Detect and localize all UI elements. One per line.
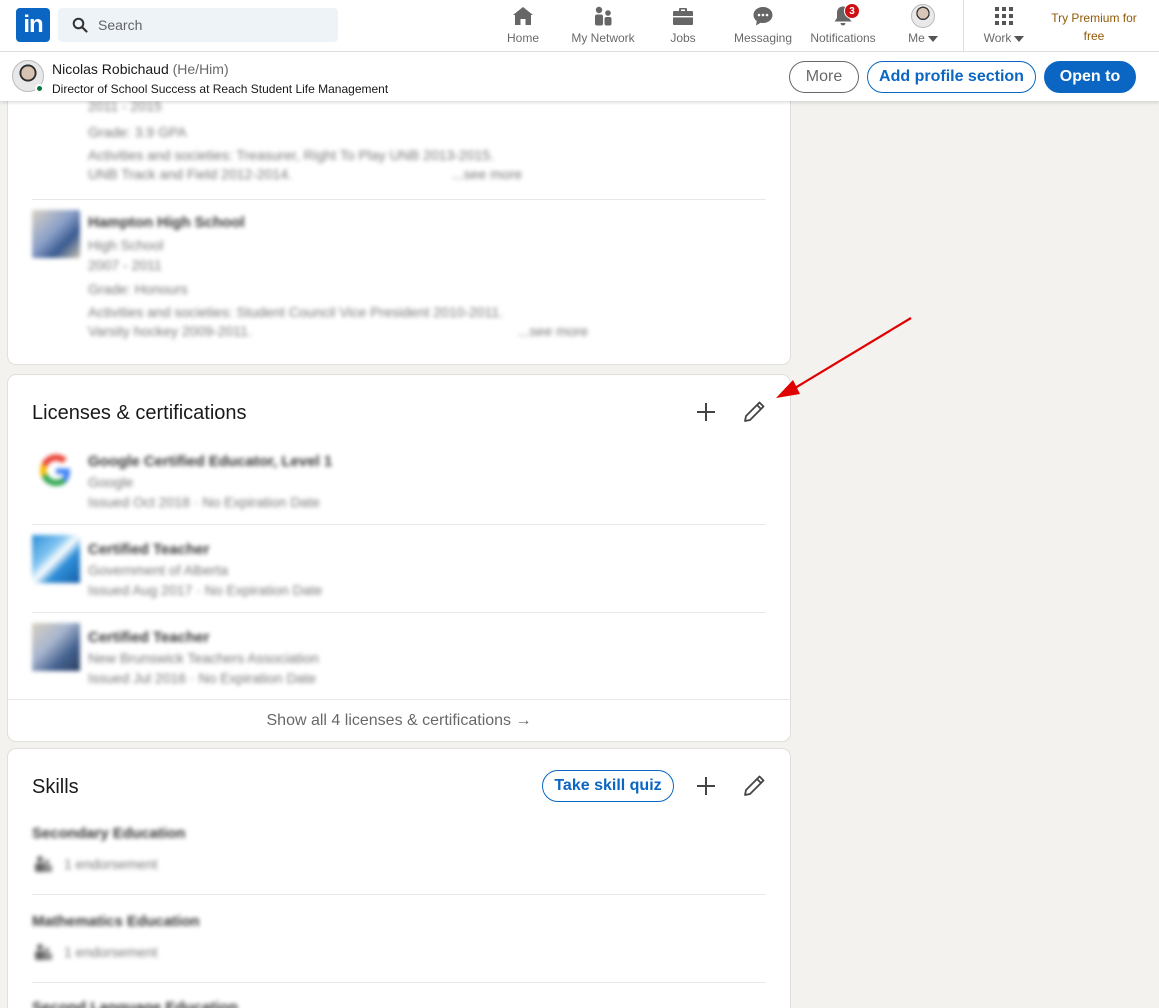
skill-endorsements: 1 endorsement — [64, 944, 158, 960]
search-input[interactable] — [98, 8, 328, 42]
nav-label-me: Me — [908, 31, 925, 45]
school-degree: High School — [88, 237, 164, 253]
profile-headline: Director of School Success at Reach Stud… — [52, 82, 389, 96]
nav-label-work-wrap: Work — [976, 31, 1032, 45]
premium-line-1: Try Premium for — [1051, 11, 1137, 25]
more-button[interactable]: More — [789, 61, 859, 93]
school-name: Hampton High School — [88, 214, 245, 231]
school-activities: Activities and societies: Student Counci… — [88, 304, 504, 320]
license-issued: Issued Aug 2017 · No Expiration Date — [88, 582, 323, 598]
divider — [32, 524, 766, 525]
add-skill-plus-icon[interactable] — [690, 770, 722, 802]
skills-title: Skills — [32, 776, 79, 798]
profile-name: Nicolas Robichaud — [52, 61, 169, 77]
chat-icon — [753, 7, 773, 26]
license-issuer: Google — [88, 474, 134, 490]
network-icon — [595, 6, 612, 26]
license-issued: Issued Oct 2018 · No Expiration Date — [88, 494, 320, 510]
skill-name: Mathematics Education — [32, 913, 200, 930]
me-avatar — [911, 4, 935, 28]
briefcase-icon — [673, 8, 693, 25]
add-profile-section-button[interactable]: Add profile section — [867, 61, 1036, 93]
search-icon — [72, 17, 88, 33]
search-box[interactable] — [58, 8, 338, 42]
nav-item-work[interactable]: Work — [976, 0, 1032, 52]
show-all-licenses-link[interactable]: Show all 4 licenses & certifications → — [8, 699, 790, 741]
licenses-card: Licenses & certifications Google Certifi… — [8, 375, 790, 741]
nav-label-me-wrap: Me — [898, 31, 948, 45]
global-nav: in Home My Network Jobs — [0, 0, 1159, 52]
license-issuer: New Brunswick Teachers Association — [88, 650, 319, 666]
edu-activities-2: UNB Track and Field 2012-2014. — [88, 166, 292, 182]
nav-item-home[interactable]: Home — [496, 0, 550, 52]
license-name: Certified Teacher — [88, 541, 210, 558]
see-more-link[interactable]: ...see more — [452, 166, 522, 182]
chevron-down-icon — [1014, 35, 1025, 42]
take-skill-quiz-button[interactable]: Take skill quiz — [542, 770, 674, 802]
see-more-link[interactable]: ...see more — [518, 323, 588, 339]
issuer-logo — [32, 623, 80, 671]
edu-activities: Activities and societies: Treasurer, Rig… — [88, 147, 494, 163]
grid-icon — [995, 7, 1013, 25]
notification-badge: 3 — [844, 3, 860, 19]
nav-item-my-network[interactable]: My Network — [565, 0, 641, 52]
nav-item-messaging[interactable]: Messaging — [730, 0, 796, 52]
nav-label-notifications: Notifications — [810, 31, 876, 45]
profile-name-line: Nicolas Robichaud (He/Him) — [52, 61, 229, 77]
nav-label-my-network: My Network — [571, 31, 635, 45]
issuer-logo — [32, 535, 80, 583]
add-license-plus-icon[interactable] — [690, 396, 722, 428]
school-grade: Grade: Honours — [88, 281, 188, 297]
nav-item-jobs[interactable]: Jobs — [658, 0, 708, 52]
divider — [32, 612, 766, 613]
divider — [32, 982, 766, 983]
nav-item-me[interactable]: Me — [898, 0, 948, 52]
school-logo — [32, 210, 80, 258]
skill-name: Secondary Education — [32, 825, 186, 842]
school-dates: 2007 - 2011 — [88, 257, 162, 273]
nav-item-notifications[interactable]: 3 Notifications — [806, 0, 880, 52]
people-icon — [35, 944, 52, 960]
school-activities-2: Varsity hockey 2009-2011. — [88, 323, 252, 339]
linkedin-logo[interactable]: in — [16, 8, 50, 42]
edu-grade: Grade: 3.9 GPA — [88, 124, 187, 140]
google-logo-icon — [40, 454, 70, 486]
sticky-profile-bar: Nicolas Robichaud (He/Him) Director of S… — [0, 52, 1159, 101]
home-icon — [513, 7, 533, 25]
open-to-button[interactable]: Open to — [1044, 61, 1136, 93]
nav-divider — [963, 0, 964, 52]
skill-endorsements: 1 endorsement — [64, 856, 158, 872]
nav-label-jobs: Jobs — [670, 31, 696, 45]
skills-card: Skills Take skill quiz Secondary Educati… — [8, 749, 790, 1008]
nav-label-home: Home — [506, 31, 539, 45]
profile-pronouns: (He/Him) — [172, 61, 229, 77]
skill-name: Second Language Education — [32, 999, 238, 1008]
license-name: Google Certified Educator, Level 1 — [88, 453, 333, 470]
license-issuer: Government of Alberta — [88, 562, 229, 578]
license-name: Certified Teacher — [88, 629, 210, 646]
try-premium-link[interactable]: Try Premium for free — [1044, 9, 1144, 45]
edit-licenses-pencil-icon[interactable] — [738, 396, 770, 428]
chevron-down-icon — [927, 35, 938, 42]
edit-skills-pencil-icon[interactable] — [738, 770, 770, 802]
online-status-dot — [35, 84, 44, 93]
premium-line-2: free — [1083, 29, 1105, 43]
people-icon — [35, 856, 52, 872]
divider — [32, 894, 766, 895]
nav-label-work: Work — [983, 31, 1012, 45]
nav-label-messaging: Messaging — [733, 31, 793, 45]
license-issued: Issued Jul 2016 · No Expiration Date — [88, 670, 317, 686]
education-card: 2011 - 2015 Grade: 3.9 GPA Activities an… — [8, 90, 790, 364]
divider — [32, 199, 766, 200]
licenses-title: Licenses & certifications — [32, 402, 247, 424]
